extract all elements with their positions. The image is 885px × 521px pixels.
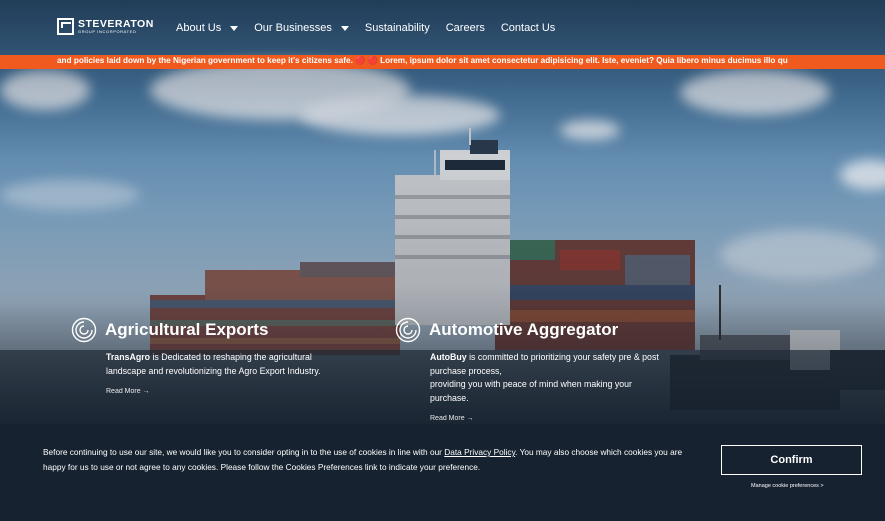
- card-automotive-aggregator: Automotive Aggregator AutoBuy is committ…: [395, 317, 675, 422]
- brand-subtitle: GROUP INCORPORATED: [78, 29, 137, 35]
- brand-logo[interactable]: STEVERATON GROUP INCORPORATED: [57, 18, 154, 35]
- news-ticker: and policies laid down by the Nigerian g…: [0, 55, 885, 69]
- card-description: TransAgro is Dedicated to reshaping the …: [106, 351, 341, 378]
- data-privacy-policy-link[interactable]: Data Privacy Policy: [444, 447, 515, 457]
- cookie-text-before: Before continuing to use our site, we wo…: [43, 447, 445, 457]
- cookie-message: Before continuing to use our site, we wo…: [43, 445, 703, 474]
- s-logo-icon: [57, 18, 74, 35]
- nav-sustainability-label: Sustainability: [364, 22, 430, 34]
- nav-about-us[interactable]: About Us: [176, 22, 239, 34]
- card-agricultural-exports: Agricultural Exports TransAgro is Dedica…: [71, 317, 341, 395]
- nav-careers-label: Careers: [445, 22, 485, 34]
- read-more-link[interactable]: Read More →: [430, 415, 675, 422]
- nav-our-businesses[interactable]: Our Businesses: [254, 22, 349, 34]
- card-description: AutoBuy is committed to prioritizing you…: [430, 351, 670, 405]
- card-header: Agricultural Exports: [71, 317, 341, 343]
- card-body-text-2: providing you with peace of mind when ma…: [430, 379, 632, 403]
- brand-name: STEVERATON: [78, 17, 154, 30]
- nav-contact-us-label: Contact Us: [500, 22, 556, 34]
- card-title: Agricultural Exports: [105, 320, 269, 339]
- nav-careers[interactable]: Careers: [446, 22, 485, 34]
- read-more-link[interactable]: Read More →: [106, 388, 341, 395]
- circle-logo-icon: [395, 317, 421, 343]
- card-brand: TransAgro: [106, 352, 150, 362]
- chevron-down-icon: [340, 25, 349, 31]
- circle-logo-icon: [71, 317, 97, 343]
- chevron-down-icon: [230, 25, 239, 31]
- cookie-banner: Before continuing to use our site, we wo…: [0, 424, 885, 521]
- nav-about-us-label: About Us: [176, 22, 222, 34]
- top-navigation: STEVERATON GROUP INCORPORATED About Us O…: [0, 0, 885, 56]
- card-title: Automotive Aggregator: [429, 320, 619, 339]
- confirm-button[interactable]: Confirm: [721, 445, 862, 475]
- card-brand: AutoBuy: [430, 352, 467, 362]
- card-header: Automotive Aggregator: [395, 317, 675, 343]
- ticker-text: and policies laid down by the Nigerian g…: [57, 56, 788, 65]
- nav-our-businesses-label: Our Businesses: [254, 22, 332, 34]
- logo-text: STEVERATON GROUP INCORPORATED: [78, 19, 154, 35]
- nav-contact-us[interactable]: Contact Us: [501, 22, 555, 34]
- manage-cookie-preferences-link[interactable]: Manage cookie preferences >: [751, 483, 824, 489]
- main-menu: About Us Our Businesses Sustainability C…: [176, 22, 571, 34]
- nav-sustainability[interactable]: Sustainability: [365, 22, 430, 34]
